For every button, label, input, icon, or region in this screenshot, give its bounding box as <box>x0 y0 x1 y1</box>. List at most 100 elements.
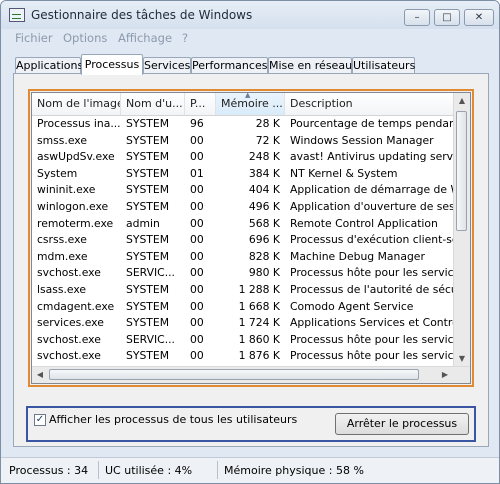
menu-fichier[interactable]: Fichier <box>15 31 53 45</box>
cell-cpu: 00 <box>190 266 204 280</box>
cell-memory: 1 288 K <box>238 282 280 296</box>
tab-mise-en-reseau[interactable]: Mise en réseau <box>268 57 352 74</box>
scroll-up-icon[interactable]: ▲ <box>454 93 470 109</box>
column-memory[interactable]: Mémoire ... <box>216 93 285 115</box>
process-row[interactable]: services.exe SYSTEM 00 1 724 K Applications … <box>32 315 456 332</box>
cell-image-name: lsass.exe <box>37 282 87 296</box>
tab-processus[interactable]: Processus <box>81 54 143 75</box>
process-row[interactable]: winlogon.exe SYSTEM 00 496 K Application d'o… <box>32 199 456 216</box>
scroll-left-icon[interactable]: ◀ <box>32 367 48 383</box>
end-process-button[interactable]: Arrêter le processus <box>335 413 469 435</box>
cell-description: avast! Antivirus updating service <box>290 150 456 164</box>
cell-cpu: 00 <box>190 216 204 230</box>
cell-description: Pourcentage de temps pendant lequ <box>290 117 456 130</box>
cell-cpu: 00 <box>190 183 204 197</box>
cell-description: Comodo Agent Service <box>290 299 414 313</box>
cell-description: Machine Debug Manager <box>290 249 425 263</box>
window-title: Gestionnaire des tâches de Windows <box>31 8 253 22</box>
cell-image-name: wininit.exe <box>37 183 96 197</box>
cell-image-name: svchost.exe <box>37 332 101 346</box>
process-row[interactable]: remoterm.exe admin 00 568 K Remote Control A… <box>32 216 456 233</box>
cell-description: Processus hôte pour les services W <box>290 349 456 363</box>
process-row[interactable]: smss.exe SYSTEM 00 72 K Windows Session Mana… <box>32 133 456 150</box>
process-row[interactable]: Processus ina... SYSTEM 96 28 K Pourcentage … <box>32 116 456 133</box>
tab-utilisateurs[interactable]: Utilisateurs <box>352 57 415 74</box>
cell-description: Processus d'exécution client-serve <box>290 233 456 247</box>
cell-memory: 1 860 K <box>238 332 280 346</box>
cell-cpu: 96 <box>190 117 204 130</box>
cell-image-name: winlogon.exe <box>37 199 109 213</box>
cell-image-name: svchost.exe <box>37 266 101 280</box>
cell-user-name: SYSTEM <box>126 183 170 197</box>
checkmark-icon: ✓ <box>35 414 45 425</box>
cell-user-name: SYSTEM <box>126 316 170 330</box>
cell-user-name: SYSTEM <box>126 166 170 180</box>
cell-cpu: 01 <box>190 166 204 180</box>
cell-memory: 72 K <box>255 133 280 147</box>
column-user-name[interactable]: Nom d'u... <box>121 93 185 115</box>
process-row[interactable]: cmdagent.exe SYSTEM 00 1 668 K Comodo Agent … <box>32 299 456 316</box>
cell-image-name: Processus ina... <box>37 117 121 130</box>
show-all-users-label[interactable]: Afficher les processus de tous les utili… <box>49 413 297 426</box>
cell-user-name: SYSTEM <box>126 199 170 213</box>
cell-cpu: 00 <box>190 249 204 263</box>
close-button[interactable]: ✕ <box>464 9 494 26</box>
menu-affichage[interactable]: Affichage <box>118 31 172 45</box>
show-all-users-checkbox[interactable]: ✓ <box>34 414 46 426</box>
app-icon <box>9 8 25 22</box>
cell-user-name: SERVIC... <box>126 266 175 280</box>
status-physical-memory: Mémoire physique : 58 % <box>224 464 364 477</box>
cell-memory: 496 K <box>248 199 280 213</box>
cell-user-name: SYSTEM <box>126 349 170 363</box>
process-row[interactable]: svchost.exe SERVIC... 00 1 860 K Processus h… <box>32 332 456 349</box>
cell-description: Processus hôte pour les services W <box>290 332 456 346</box>
vertical-scrollbar[interactable]: ▲ ▼ <box>453 93 470 367</box>
process-row[interactable]: wininit.exe SYSTEM 00 404 K Application de d… <box>32 182 456 199</box>
column-image-name[interactable]: Nom de l'image <box>32 93 121 115</box>
status-bar: Processus : 34 UC utilisée : 4% Mémoire … <box>1 457 499 483</box>
column-description[interactable]: Description <box>285 93 456 115</box>
cell-user-name: SYSTEM <box>126 299 170 313</box>
process-list[interactable]: Nom de l'image Nom d'u... P... Mémoire .… <box>31 92 471 384</box>
scroll-right-icon[interactable]: ▶ <box>437 367 453 383</box>
process-row[interactable]: mdm.exe SYSTEM 00 828 K Machine Debug Manage… <box>32 249 456 266</box>
maximize-button[interactable]: □ <box>434 9 460 26</box>
cell-user-name: SYSTEM <box>126 117 170 130</box>
cell-user-name: SYSTEM <box>126 150 170 164</box>
status-process-count: Processus : 34 <box>9 464 89 477</box>
cell-user-name: SYSTEM <box>126 249 170 263</box>
process-row[interactable]: System SYSTEM 01 384 K NT Kernel & System <box>32 166 456 183</box>
cell-user-name: SYSTEM <box>126 282 170 296</box>
cell-image-name: remoterm.exe <box>37 216 114 230</box>
cell-description: Application d'ouverture de session <box>290 199 456 213</box>
cell-memory: 1 876 K <box>238 349 280 363</box>
process-row[interactable]: lsass.exe SYSTEM 00 1 288 K Processus de l'a… <box>32 282 456 299</box>
cell-cpu: 00 <box>190 316 204 330</box>
horizontal-scroll-thumb[interactable] <box>49 369 419 380</box>
column-cpu[interactable]: P... <box>185 93 216 115</box>
horizontal-scrollbar[interactable]: ◀ ▶ <box>32 366 470 383</box>
tab-performances[interactable]: Performances <box>191 57 268 74</box>
title-bar[interactable]: Gestionnaire des tâches de Windows – □ ✕ <box>1 1 499 29</box>
cell-description: Application de démarrage de Windo <box>290 183 456 197</box>
menu-options[interactable]: Options <box>63 31 107 45</box>
cell-cpu: 00 <box>190 150 204 164</box>
process-rows: Processus ina... SYSTEM 96 28 K Pourcentage … <box>32 116 456 383</box>
scroll-down-icon[interactable]: ▼ <box>454 351 470 367</box>
cell-memory: 980 K <box>248 266 280 280</box>
cell-user-name: SYSTEM <box>126 133 170 147</box>
minimize-button[interactable]: – <box>404 9 430 26</box>
process-row[interactable]: svchost.exe SERVIC... 00 980 K Processus hôt… <box>32 265 456 282</box>
vertical-scroll-thumb[interactable] <box>456 111 467 231</box>
process-row[interactable]: csrss.exe SYSTEM 00 696 K Processus d'exécut… <box>32 232 456 249</box>
menu-bar: Fichier Options Affichage ? <box>1 29 499 47</box>
cell-memory: 1 724 K <box>238 316 280 330</box>
cell-cpu: 00 <box>190 133 204 147</box>
process-row[interactable]: aswUpdSv.exe SYSTEM 00 248 K avast! Antiviru… <box>32 149 456 166</box>
menu-help[interactable]: ? <box>182 31 188 45</box>
tab-services[interactable]: Services <box>143 57 191 74</box>
list-header: Nom de l'image Nom d'u... P... Mémoire .… <box>32 93 456 116</box>
tab-applications[interactable]: Applications <box>15 57 83 74</box>
cell-memory: 384 K <box>248 166 280 180</box>
process-row[interactable]: svchost.exe SYSTEM 00 1 876 K Processus hôte… <box>32 348 456 365</box>
